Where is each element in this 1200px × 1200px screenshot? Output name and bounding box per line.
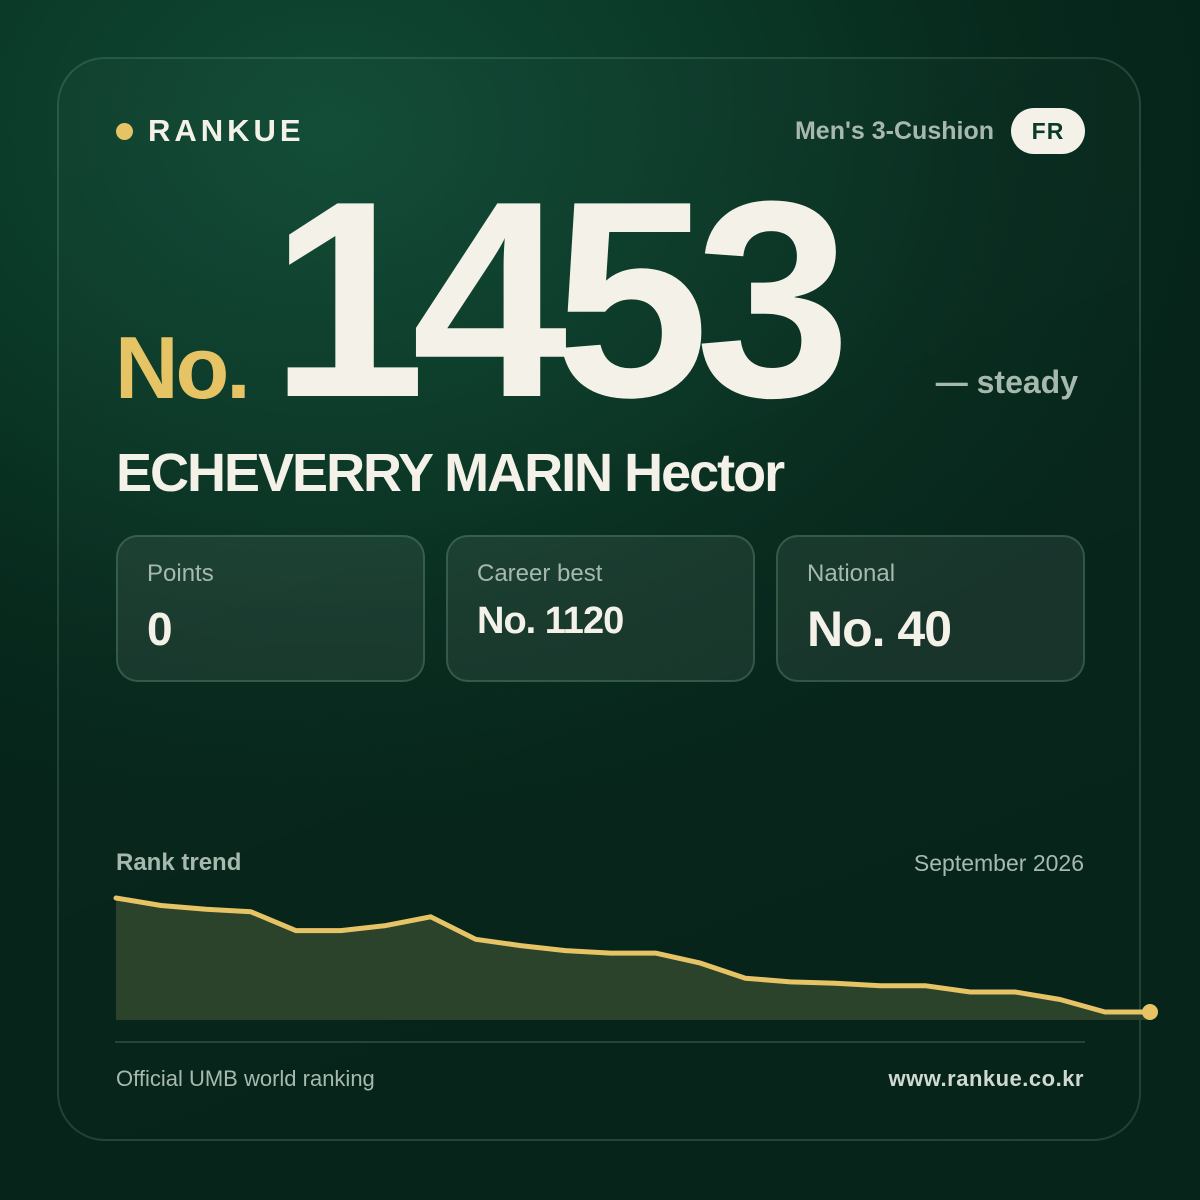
source-label: Official UMB world ranking	[116, 1066, 375, 1091]
website-link[interactable]: www.rankue.co.kr	[889, 1065, 1084, 1093]
trend-area-fill	[116, 898, 1150, 1020]
rank-trend-chart	[113, 895, 1158, 1020]
trend-end-point	[1142, 1004, 1158, 1020]
footer-divider	[115, 1041, 1085, 1043]
